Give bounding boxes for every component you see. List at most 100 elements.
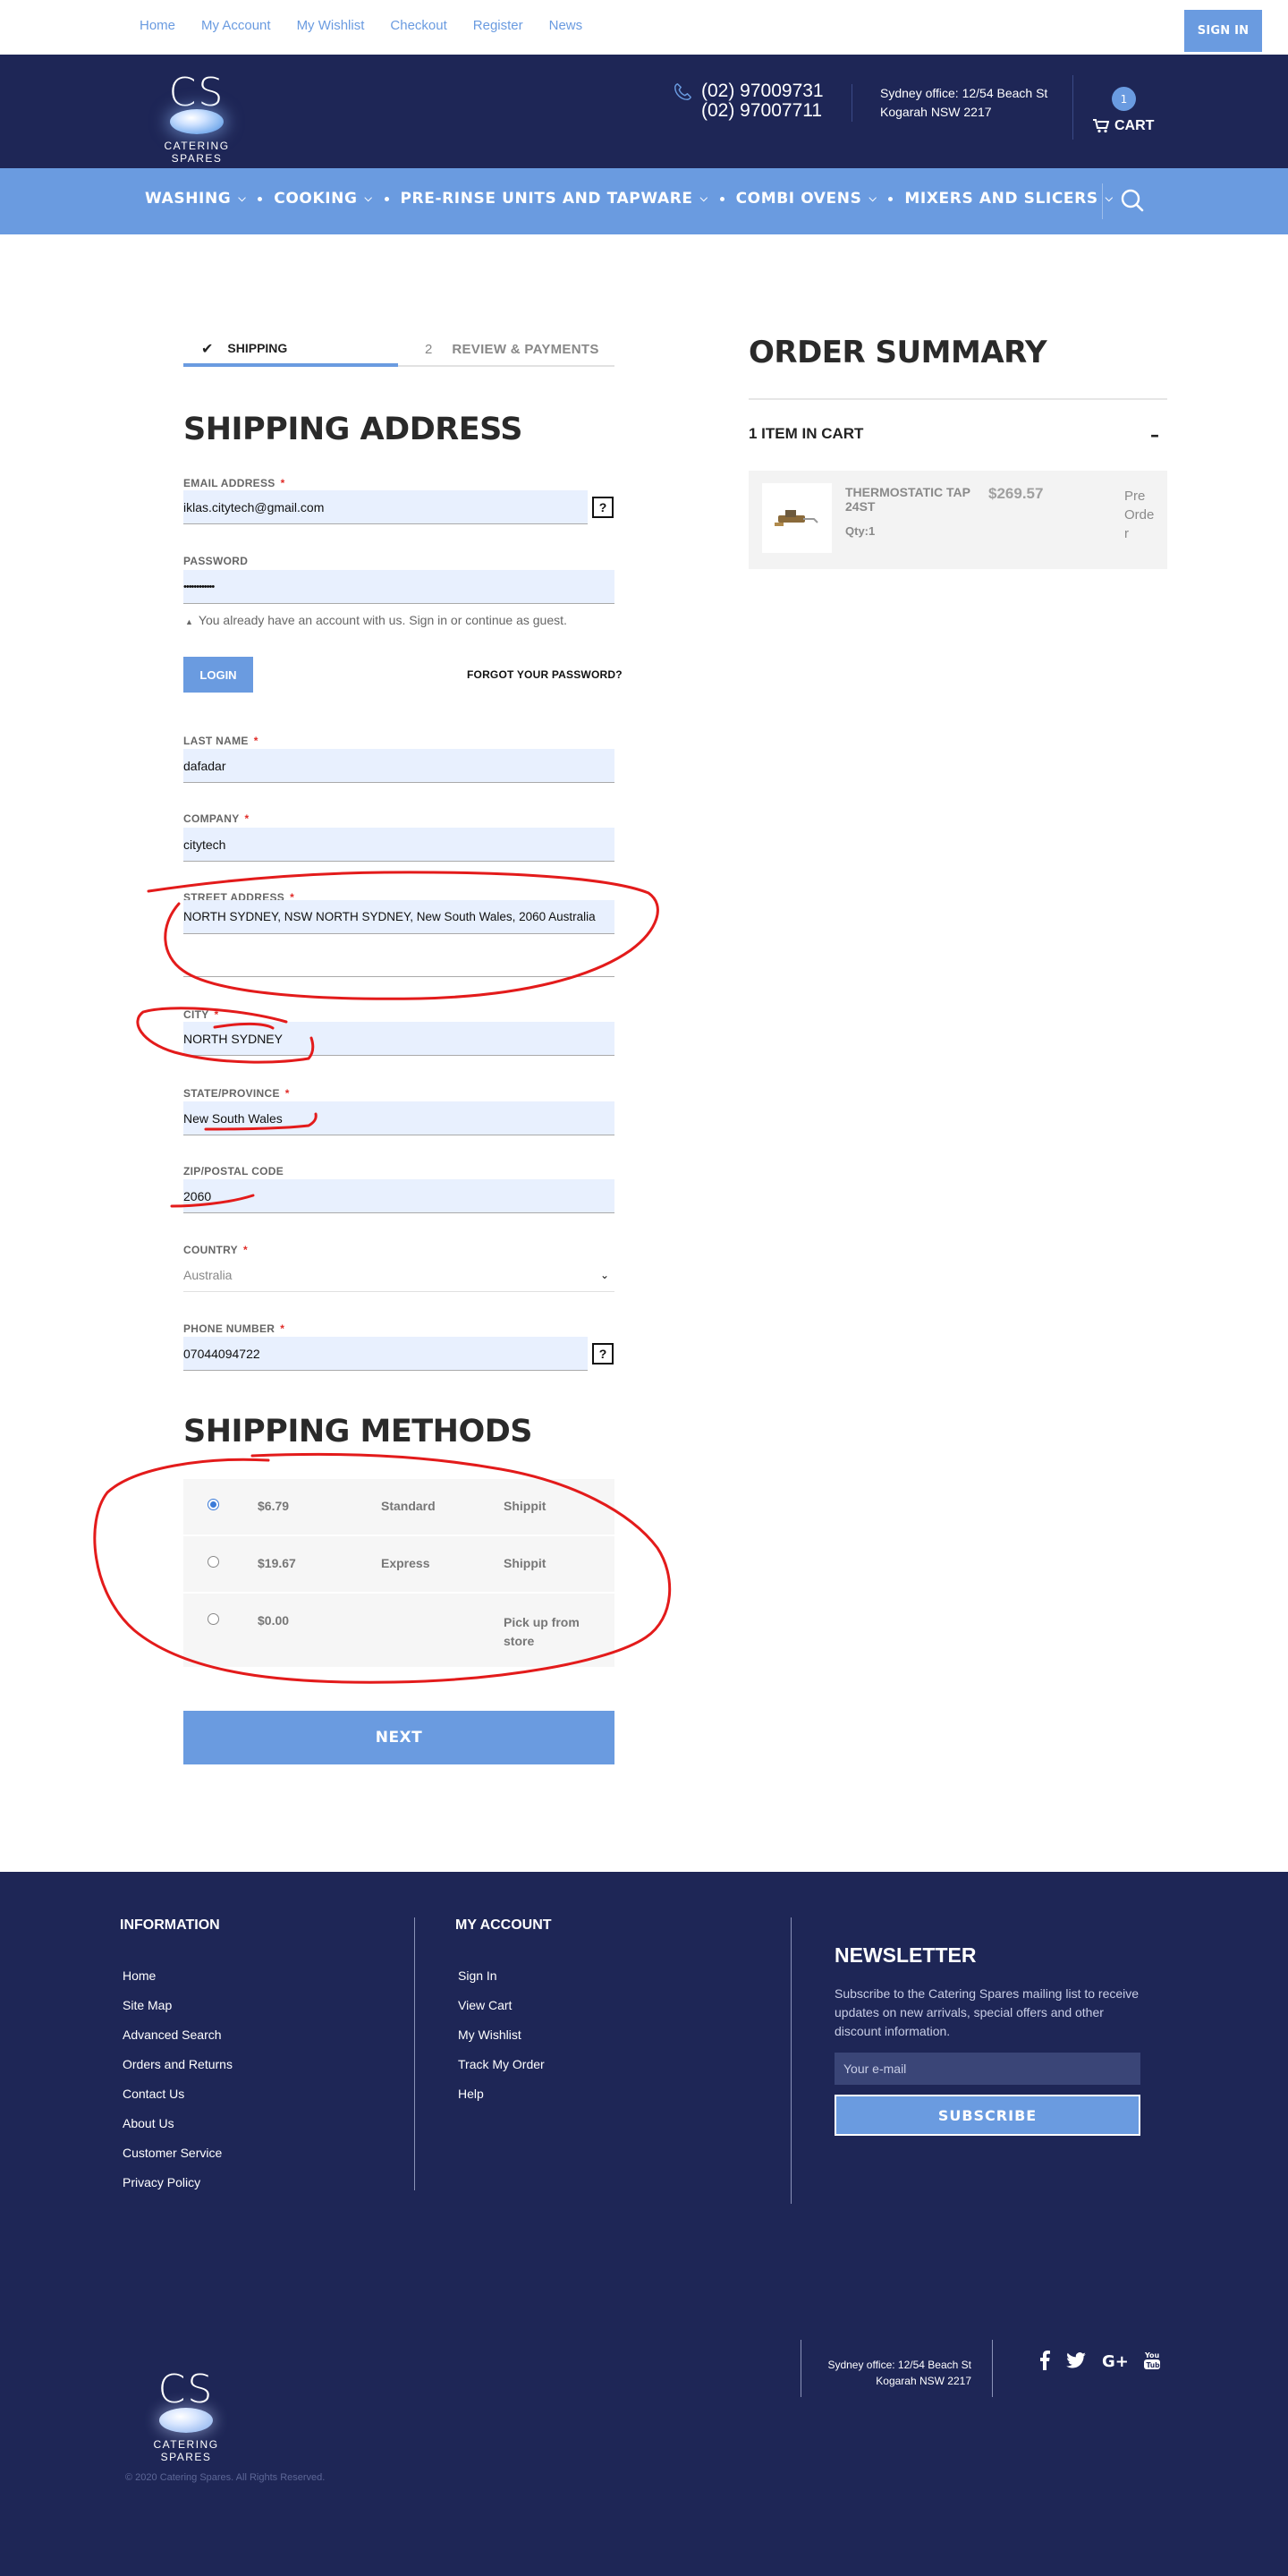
logo-name: CATERING SPARES bbox=[164, 140, 230, 165]
twitter-icon[interactable] bbox=[1066, 2352, 1086, 2368]
youtube-icon[interactable]: You Tube bbox=[1143, 2351, 1161, 2370]
street-address-line-2-field[interactable] bbox=[183, 943, 614, 977]
logo-name: CATERING SPARES bbox=[153, 2438, 219, 2463]
street-address-field[interactable]: NORTH SYDNEY, NSW NORTH SYDNEY, New Sout… bbox=[183, 900, 614, 934]
top-link-my-wishlist[interactable]: My Wishlist bbox=[297, 18, 365, 33]
footer-link-track-order[interactable]: Track My Order bbox=[458, 2057, 545, 2087]
email-label: EMAIL ADDRESS * bbox=[183, 477, 285, 489]
office-line-1: Sydney office: 12/54 Beach St bbox=[880, 86, 1048, 100]
state-label: STATE/PROVINCE * bbox=[183, 1087, 290, 1100]
svg-text:G+: G+ bbox=[1102, 2352, 1127, 2368]
top-link-my-account[interactable]: My Account bbox=[201, 18, 271, 33]
nav-separator-dot bbox=[258, 196, 263, 201]
footer-info-links: Home Site Map Advanced Search Orders and… bbox=[123, 1968, 233, 2205]
product-thumbnail[interactable] bbox=[762, 483, 832, 553]
cart-button[interactable]: CART bbox=[1093, 118, 1154, 134]
chevron-down-icon: ⌵ bbox=[1105, 192, 1114, 204]
shipping-method-row[interactable]: $0.00 Pick up from store bbox=[183, 1594, 614, 1667]
footer-divider bbox=[414, 1917, 415, 2190]
email-field[interactable]: iklas.citytech@gmail.com bbox=[183, 490, 588, 524]
radio-unselected[interactable] bbox=[208, 1613, 219, 1625]
nav-item-pre-rinse[interactable]: PRE-RINSE UNITS AND TAPWARE ⌵ bbox=[401, 190, 708, 208]
country-selected: Australia bbox=[183, 1267, 233, 1282]
footer-link-advanced-search[interactable]: Advanced Search bbox=[123, 2028, 233, 2057]
footer-link-home[interactable]: Home bbox=[123, 1968, 233, 1998]
next-button[interactable]: NEXT bbox=[183, 1711, 614, 1764]
nav-item-washing[interactable]: WASHING ⌵ bbox=[145, 190, 246, 208]
nav-item-mixers-slicers[interactable]: MIXERS AND SLICERS ⌵ bbox=[904, 190, 1113, 208]
login-button[interactable]: LOGIN bbox=[183, 657, 253, 693]
footer-link-about-us[interactable]: About Us bbox=[123, 2116, 233, 2146]
email-help-icon[interactable]: ? bbox=[592, 497, 614, 518]
nav-label: MIXERS AND SLICERS bbox=[904, 190, 1098, 208]
nav-label: COMBI OVENS bbox=[735, 190, 862, 208]
header-office: Sydney office: 12/54 Beach St Kogarah NS… bbox=[880, 84, 1047, 122]
footer-logo[interactable]: CS CATERING SPARES bbox=[132, 2367, 240, 2463]
lastname-field[interactable]: dafadar bbox=[183, 749, 614, 783]
password-field[interactable]: •••••••••••• bbox=[183, 570, 614, 604]
nav-divider bbox=[1102, 183, 1103, 219]
zip-field[interactable]: 2060 bbox=[183, 1179, 614, 1213]
collapse-icon[interactable]: – bbox=[1150, 424, 1159, 446]
footer-link-orders-returns[interactable]: Orders and Returns bbox=[123, 2057, 233, 2087]
footer-link-site-map[interactable]: Site Map bbox=[123, 1998, 233, 2028]
footer-link-contact-us[interactable]: Contact Us bbox=[123, 2087, 233, 2116]
google-plus-icon[interactable]: G+ bbox=[1102, 2352, 1127, 2368]
footer-link-my-wishlist[interactable]: My Wishlist bbox=[458, 2028, 545, 2057]
phone-number-2[interactable]: (02) 97007711 bbox=[701, 101, 824, 121]
shipping-method-row[interactable]: $6.79 Standard Shippit bbox=[183, 1479, 614, 1536]
top-link-news[interactable]: News bbox=[549, 18, 583, 33]
company-label: COMPANY * bbox=[183, 812, 250, 825]
account-note-text: You already have an account with us. Sig… bbox=[198, 613, 567, 627]
check-icon: ✔ bbox=[201, 339, 214, 357]
forgot-password-link[interactable]: FORGOT YOUR PASSWORD? bbox=[467, 668, 623, 681]
method-price: $6.79 bbox=[258, 1499, 290, 1513]
items-in-cart-toggle[interactable]: 1 ITEM IN CART bbox=[749, 425, 863, 443]
radio-unselected[interactable] bbox=[208, 1556, 219, 1568]
subscribe-button[interactable]: SUBSCRIBE bbox=[835, 2095, 1140, 2136]
chevron-down-icon: ⌄ bbox=[599, 1268, 609, 1281]
city-label: CITY * bbox=[183, 1008, 219, 1021]
footer-link-privacy-policy[interactable]: Privacy Policy bbox=[123, 2175, 233, 2205]
company-field[interactable]: citytech bbox=[183, 828, 614, 862]
footer-link-help[interactable]: Help bbox=[458, 2087, 545, 2116]
method-carrier: Shippit bbox=[504, 1556, 547, 1570]
phone-number-1[interactable]: (02) 97009731 bbox=[701, 81, 824, 101]
method-name: Standard bbox=[381, 1499, 436, 1513]
footer-office-line-1: Sydney office: 12/54 Beach St bbox=[827, 2359, 971, 2371]
search-icon[interactable] bbox=[1120, 188, 1145, 213]
product-name[interactable]: THERMOSTATIC TAP 24ST bbox=[845, 485, 979, 514]
step-review-payments[interactable]: 2 REVIEW & PAYMENTS bbox=[398, 333, 614, 367]
footer-link-sign-in[interactable]: Sign In bbox=[458, 1968, 545, 1998]
sign-in-button[interactable]: SIGN IN bbox=[1184, 10, 1262, 52]
country-select[interactable]: Australia ⌄ bbox=[183, 1258, 614, 1292]
nav-label: PRE-RINSE UNITS AND TAPWARE bbox=[400, 190, 693, 208]
footer-office: Sydney office: 12/54 Beach St Kogarah NS… bbox=[805, 2357, 971, 2389]
cart-item: THERMOSTATIC TAP 24ST $269.57 Qty:1 Pre … bbox=[749, 471, 1167, 569]
site-logo[interactable]: CS CATERING SPARES bbox=[143, 70, 250, 165]
top-link-register[interactable]: Register bbox=[473, 18, 523, 33]
footer-link-view-cart[interactable]: View Cart bbox=[458, 1998, 545, 2028]
password-label: PASSWORD bbox=[183, 555, 249, 567]
shipping-method-row[interactable]: $19.67 Express Shippit bbox=[183, 1536, 614, 1594]
radio-selected[interactable] bbox=[208, 1499, 219, 1510]
top-link-checkout[interactable]: Checkout bbox=[390, 18, 446, 33]
nav-item-cooking[interactable]: COOKING ⌵ bbox=[274, 190, 372, 208]
top-link-home[interactable]: Home bbox=[140, 18, 175, 33]
state-field[interactable]: New South Wales bbox=[183, 1101, 614, 1135]
zip-label: ZIP/POSTAL CODE bbox=[183, 1165, 284, 1177]
footer-link-customer-service[interactable]: Customer Service bbox=[123, 2146, 233, 2175]
footer-account-title: MY ACCOUNT bbox=[455, 1917, 552, 1933]
checkout-progress: ✔ SHIPPING 2 REVIEW & PAYMENTS bbox=[183, 333, 614, 369]
footer-divider bbox=[992, 2340, 993, 2397]
nav-item-combi-ovens[interactable]: COMBI OVENS ⌵ bbox=[736, 190, 877, 208]
phone-help-icon[interactable]: ? bbox=[592, 1343, 614, 1365]
step-shipping[interactable]: ✔ SHIPPING bbox=[183, 333, 398, 367]
chevron-down-icon: ⌵ bbox=[364, 192, 373, 204]
phone-field[interactable]: 07044094722 bbox=[183, 1337, 588, 1371]
logo-disc bbox=[170, 109, 224, 134]
city-field[interactable]: NORTH SYDNEY bbox=[183, 1022, 614, 1056]
divider bbox=[749, 398, 1167, 400]
facebook-icon[interactable] bbox=[1039, 2351, 1050, 2370]
newsletter-email-input[interactable]: Your e-mail bbox=[835, 2053, 1140, 2085]
